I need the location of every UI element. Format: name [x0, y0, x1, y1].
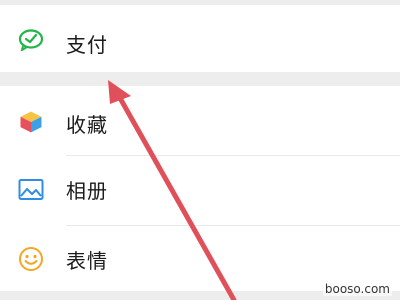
menu-item-label: 相册: [66, 179, 108, 203]
menu-item-label: 收藏: [66, 113, 108, 137]
album-icon: [18, 178, 44, 204]
favorites-icon: [18, 109, 44, 135]
main-menu-section: 收藏 相册 表情: [0, 86, 400, 291]
watermark-text: booso.com: [322, 282, 392, 296]
stickers-icon: [18, 246, 44, 272]
pay-section: 支付: [0, 5, 400, 72]
menu-item-favorites[interactable]: 收藏: [0, 86, 400, 156]
menu-item-pay[interactable]: 支付: [0, 5, 400, 72]
pay-icon: [18, 29, 44, 55]
menu-item-label: 支付: [66, 33, 108, 57]
menu-item-album[interactable]: 相册: [0, 156, 400, 226]
menu-item-label: 表情: [66, 249, 108, 273]
